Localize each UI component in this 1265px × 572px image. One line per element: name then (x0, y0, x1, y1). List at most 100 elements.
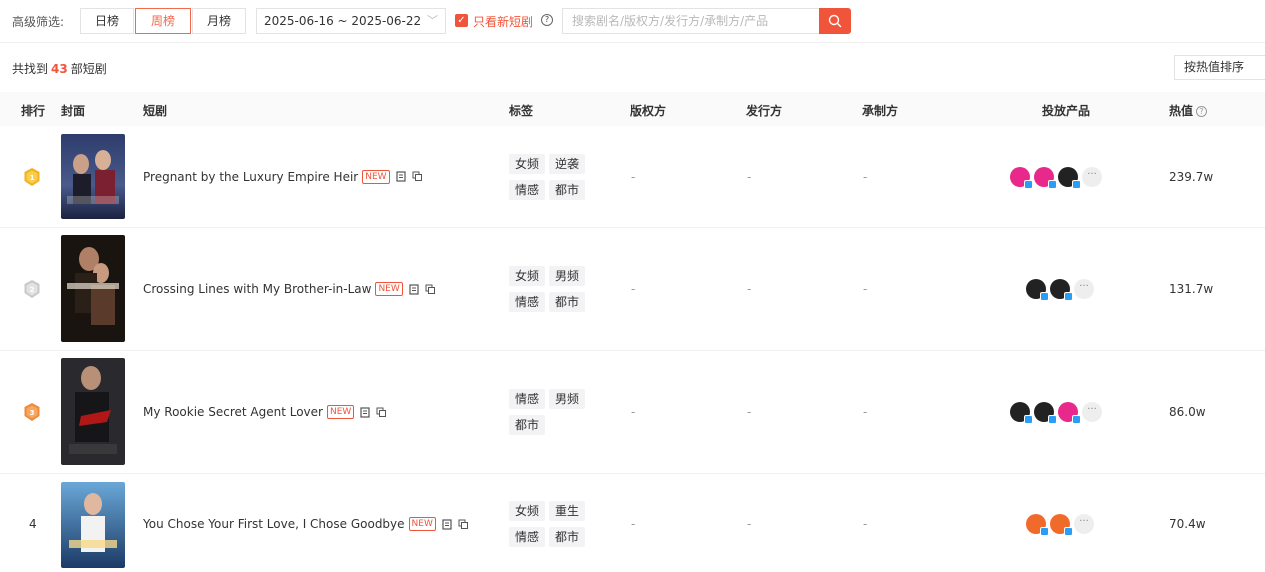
publisher-value: - (747, 282, 752, 296)
product-list: ··· (1026, 279, 1094, 301)
drama-title[interactable]: Pregnant by the Luxury Empire Heir (143, 170, 358, 184)
drama-cover[interactable] (61, 358, 125, 465)
heat-value: 239.7w (1169, 169, 1214, 184)
pink-app-icon[interactable] (1034, 166, 1057, 189)
copy-icon[interactable] (458, 519, 468, 530)
table-header: 排行 封面 短剧 标签 版权方 发行方 承制方 投放产品 热值? (0, 92, 1265, 126)
col-heat: 热值? (1169, 102, 1208, 119)
tag: 都市 (509, 415, 546, 435)
document-icon[interactable] (395, 171, 406, 182)
document-icon[interactable] (409, 283, 419, 295)
dark-app-icon[interactable] (1010, 402, 1033, 424)
bronze-medal-icon: 3 (24, 403, 40, 421)
tag: 男频 (549, 266, 586, 286)
copyright-value: - (631, 282, 636, 296)
drama-title[interactable]: You Chose Your First Love, I Chose Goodb… (143, 517, 405, 531)
document-icon[interactable] (360, 406, 370, 418)
period-weekly-button[interactable]: 周榜 (135, 8, 191, 34)
publisher-value: - (747, 169, 752, 184)
publisher-value: - (747, 405, 752, 419)
cover-image (61, 358, 125, 465)
tag: 情感 (509, 527, 546, 547)
more-products-button[interactable]: ··· (1074, 279, 1094, 299)
search-button[interactable] (819, 8, 851, 34)
pink-app-icon[interactable] (1010, 166, 1033, 189)
col-heat-label: 热值 (1169, 104, 1194, 118)
drama-cover[interactable] (61, 482, 125, 568)
dark-app-icon[interactable] (1058, 166, 1081, 189)
tag: 女频 (509, 266, 546, 286)
new-badge: NEW (375, 282, 403, 296)
result-count: 共找到 43 部短剧 (12, 60, 107, 77)
drama-title-cell: Pregnant by the Luxury Empire Heir NEW (143, 169, 422, 184)
table-row[interactable]: 2 Crossing Lines with My Brother-in-Law … (0, 228, 1265, 351)
tag: 情感 (509, 389, 546, 409)
producer-value: - (863, 169, 868, 184)
silver-medal-icon: 2 (24, 280, 40, 298)
tag: 重生 (549, 501, 586, 521)
heat-help-icon[interactable]: ? (1196, 106, 1208, 117)
search-input[interactable] (562, 8, 819, 34)
dark-app-icon[interactable] (1026, 279, 1049, 301)
tag-list: 情感 男频都市 (509, 386, 599, 438)
new-only-checkbox[interactable]: ✓ (455, 14, 468, 27)
drama-cover[interactable] (61, 134, 125, 219)
table-row[interactable]: 3 My Rookie Secret Agent Lover NEW 情感 男频都… (0, 351, 1265, 474)
tag: 逆袭 (549, 153, 586, 174)
sort-select[interactable]: 按热值排序 (1174, 55, 1265, 80)
period-daily-button[interactable]: 日榜 (80, 8, 134, 34)
date-range-value: 2025-06-16 ~ 2025-06-22 (264, 14, 422, 28)
pink-app-icon[interactable] (1058, 402, 1081, 424)
chevron-down-icon: ﹀ (427, 14, 438, 27)
svg-text:3: 3 (30, 409, 35, 417)
search-icon (828, 14, 842, 28)
table-row[interactable]: 4 You Chose Your First Love, I Chose Goo… (0, 474, 1265, 572)
cover-image (61, 235, 125, 342)
product-list: ··· (1010, 166, 1102, 189)
orange-app-icon[interactable] (1050, 514, 1073, 536)
dark-app-icon[interactable] (1034, 402, 1057, 424)
tag: 情感 (509, 292, 546, 312)
more-products-button[interactable]: ··· (1082, 402, 1102, 422)
heat-value: 131.7w (1169, 282, 1214, 296)
filter-label: 高级筛选: (12, 15, 65, 29)
filter-divider (0, 42, 1265, 43)
copy-icon[interactable] (376, 407, 387, 418)
tag: 都市 (549, 527, 586, 547)
drama-cover[interactable] (61, 235, 125, 342)
tag: 男频 (549, 389, 586, 409)
new-badge: NEW (408, 517, 436, 531)
orange-app-icon[interactable] (1026, 514, 1049, 536)
drama-title-cell: Crossing Lines with My Brother-in-Law NE… (143, 282, 435, 296)
more-products-button[interactable]: ··· (1082, 166, 1102, 187)
result-count-number: 43 (51, 62, 68, 76)
drama-title[interactable]: My Rookie Secret Agent Lover (143, 405, 323, 419)
cover-image (61, 482, 125, 568)
new-only-label[interactable]: 只看新短剧 (473, 13, 533, 30)
tag: 女频 (509, 153, 546, 174)
help-icon[interactable]: ? (541, 14, 553, 26)
col-products: 投放产品 (1042, 104, 1091, 118)
new-badge: NEW (362, 169, 390, 184)
document-icon[interactable] (442, 518, 452, 530)
table-row[interactable]: 1 Pregnant by the Luxury Empire Heir NEW… (0, 126, 1265, 228)
publisher-value: - (747, 517, 752, 531)
col-copyright: 版权方 (630, 104, 667, 118)
result-count-prefix: 共找到 (12, 62, 49, 76)
heat-value: 86.0w (1169, 405, 1206, 419)
result-count-suffix: 部短剧 (70, 62, 107, 76)
dark-app-icon[interactable] (1050, 279, 1073, 301)
more-products-button[interactable]: ··· (1074, 514, 1094, 534)
producer-value: - (863, 517, 868, 531)
date-range-select[interactable]: 2025-06-16 ~ 2025-06-22 ﹀ (256, 8, 446, 34)
product-list: ··· (1010, 402, 1102, 424)
copyright-value: - (631, 517, 636, 531)
col-producer: 承制方 (862, 104, 899, 118)
drama-title[interactable]: Crossing Lines with My Brother-in-Law (143, 282, 371, 296)
svg-text:1: 1 (30, 174, 35, 182)
period-monthly-button[interactable]: 月榜 (192, 8, 246, 34)
copy-icon[interactable] (412, 171, 422, 182)
copy-icon[interactable] (425, 284, 435, 295)
filter-bar: 高级筛选: 日榜 周榜 月榜 2025-06-16 ~ 2025-06-22 ﹀… (0, 0, 1265, 42)
col-cover: 封面 (61, 104, 86, 118)
